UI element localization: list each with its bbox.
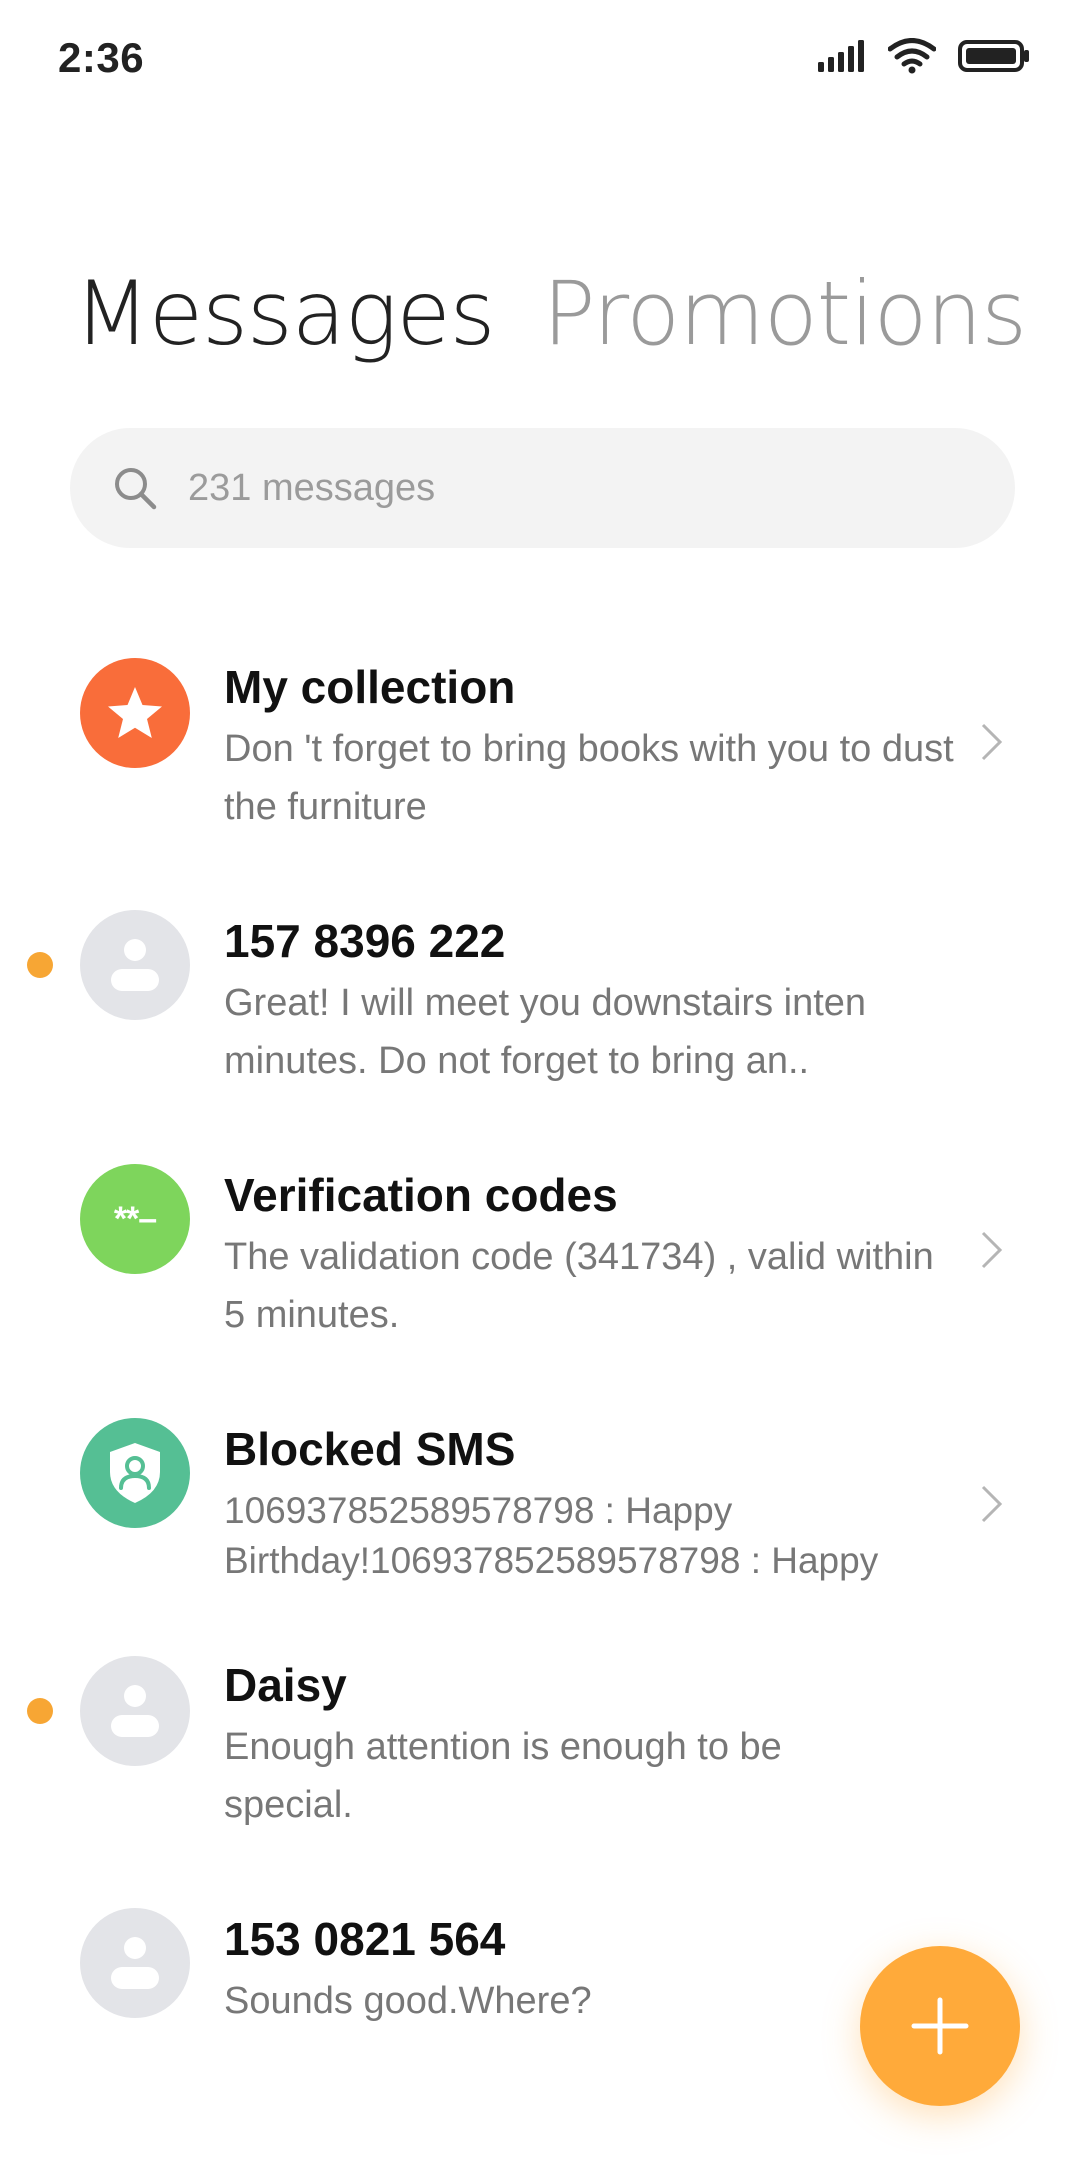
avatar [80, 910, 190, 1020]
list-item[interactable]: My collection Don 't forget to bring boo… [0, 650, 1080, 850]
chevron-right-icon [981, 1485, 1003, 1523]
wifi-icon [888, 38, 936, 74]
header-tabs: Messages Promotions [74, 270, 1027, 358]
tab-promotions[interactable]: Promotions [542, 270, 1027, 358]
plus-icon [911, 1997, 969, 2055]
list-item[interactable]: **– Verification codes The validation co… [0, 1158, 1080, 1358]
avatar [80, 658, 190, 768]
person-icon [111, 1685, 159, 1737]
avatar [80, 1656, 190, 1766]
tab-messages[interactable]: Messages [74, 270, 495, 358]
person-icon [111, 939, 159, 991]
list-item[interactable]: 157 8396 222 Great! I will meet you down… [0, 904, 1080, 1104]
conversation-preview: Don 't forget to bring books with you to… [224, 728, 954, 828]
conversation-preview: The validation code (341734) , valid wit… [224, 1236, 934, 1336]
status-icons [818, 38, 1030, 74]
status-time: 2:36 [58, 34, 145, 81]
search-placeholder: 231 messages [188, 466, 436, 509]
conversation-title: Verification codes [224, 1169, 618, 1221]
status-bar: 2:36 [0, 0, 1080, 116]
conversation-title: Daisy [224, 1659, 347, 1711]
shield-person-icon [110, 1443, 160, 1503]
avatar [80, 1908, 190, 2018]
unread-dot [27, 1698, 53, 1724]
conversation-preview: Great! I will meet you downstairs inten … [224, 982, 867, 1082]
list-item[interactable]: Daisy Enough attention is enough to be s… [0, 1648, 1080, 1848]
preview-line: Birthday!106937852589578798 : Happy [224, 1540, 879, 1581]
search-bar[interactable]: 231 messages [70, 428, 1015, 548]
chevron-right-icon [981, 1231, 1003, 1269]
code-icon: **– [113, 1199, 157, 1238]
conversation-preview: Sounds good.Where? [224, 1980, 592, 2022]
conversation-title: Blocked SMS [224, 1423, 516, 1475]
new-message-button[interactable] [860, 1946, 1020, 2106]
chevron-right-icon [981, 723, 1003, 761]
conversation-title: 157 8396 222 [224, 915, 506, 967]
conversation-title: My collection [224, 661, 516, 713]
list-item[interactable]: Blocked SMS 106937852589578798 : Happy B… [0, 1412, 1080, 1602]
avatar [80, 1418, 190, 1528]
conversation-preview: Enough attention is enough to be special… [224, 1726, 782, 1826]
unread-dot [27, 952, 53, 978]
preview-line: 106937852589578798 : Happy [224, 1490, 733, 1531]
avatar: **– [80, 1164, 190, 1274]
battery-icon [958, 40, 1029, 72]
signal-icon [818, 40, 864, 72]
star-icon [108, 687, 162, 738]
person-icon [111, 1937, 159, 1989]
conversation-title: 153 0821 564 [224, 1913, 506, 1965]
search-icon [115, 468, 157, 510]
conversation-preview: 106937852589578798 : Happy Birthday!1069… [224, 1486, 964, 1586]
